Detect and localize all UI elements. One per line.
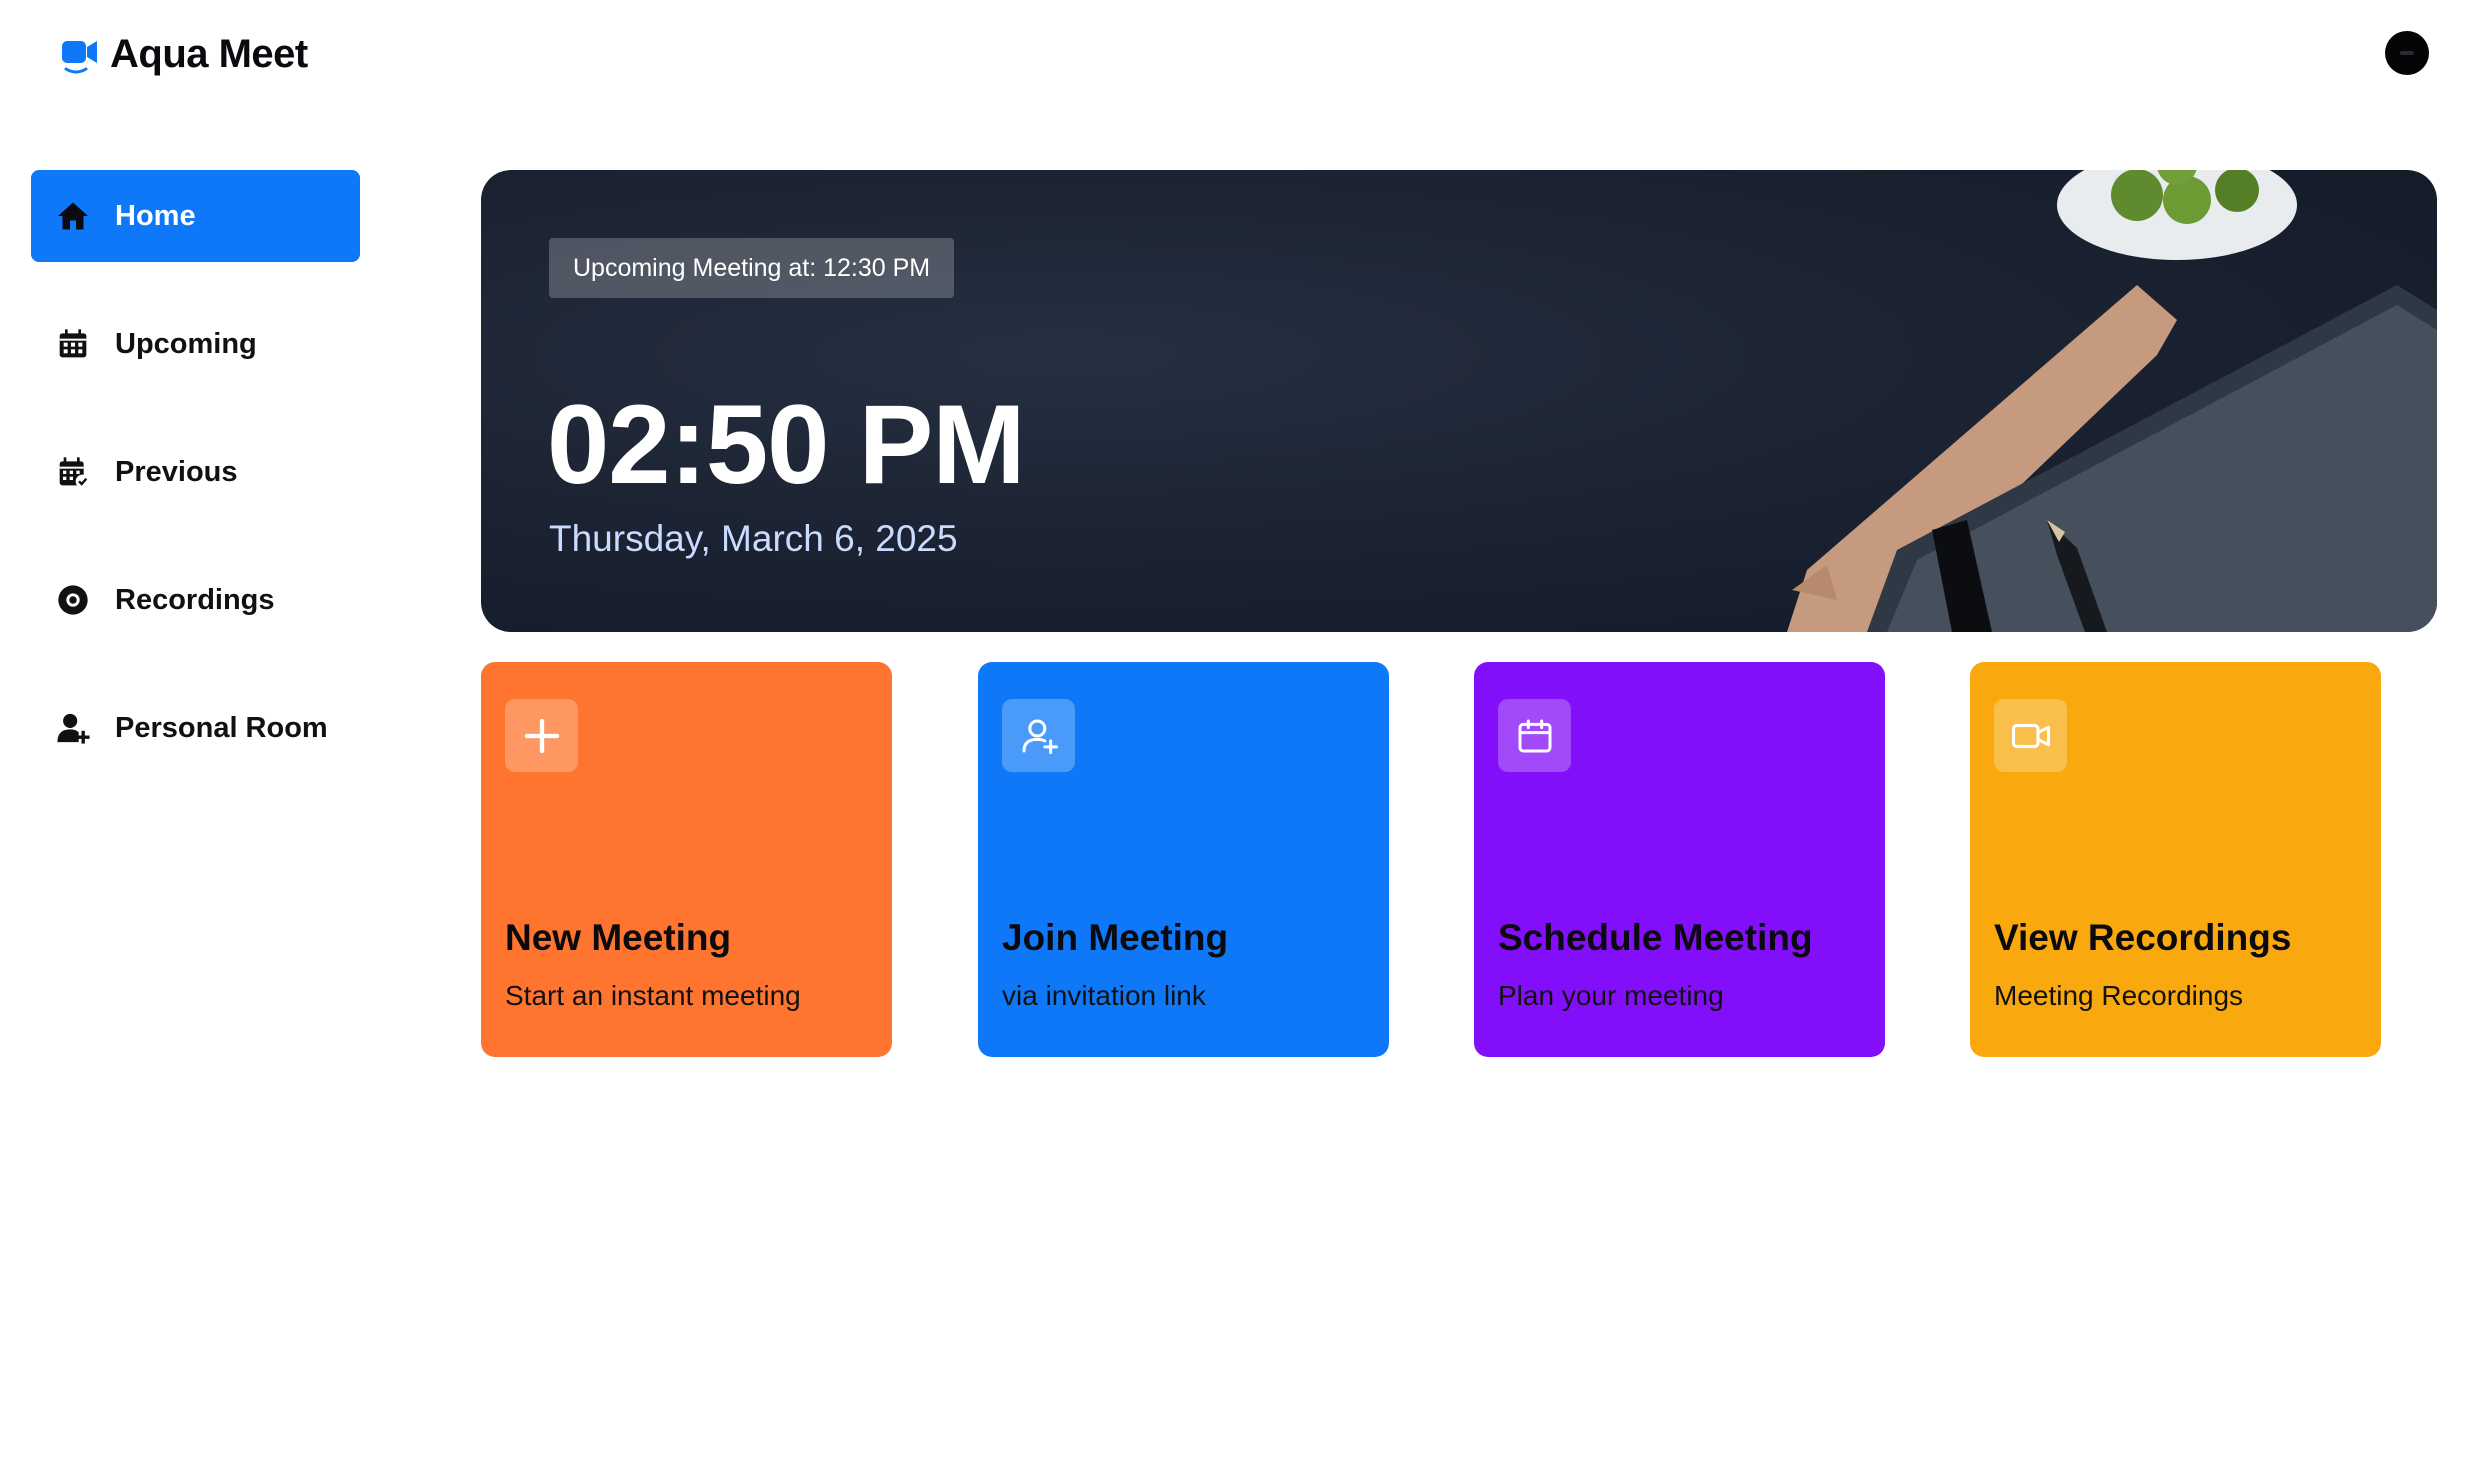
current-date: Thursday, March 6, 2025 <box>549 518 958 559</box>
card-subtitle: Plan your meeting <box>1498 980 1724 1011</box>
calendar-icon <box>55 326 91 362</box>
top-bar: Aqua Meet <box>0 0 2477 110</box>
view-recordings-card[interactable]: View Recordings Meeting Recordings <box>1970 662 2381 1057</box>
sidebar-item-label: Home <box>115 199 196 232</box>
sidebar-item-label: Previous <box>115 455 238 488</box>
user-avatar[interactable] <box>2385 31 2429 75</box>
video-camera-icon <box>60 31 100 77</box>
join-meeting-card[interactable]: Join Meeting via invitation link <box>978 662 1389 1057</box>
hero-banner: Upcoming Meeting at: 12:30 PM 02:50 PM T… <box>481 170 2437 632</box>
plant-leaf <box>2111 170 2163 221</box>
sidebar-item-previous[interactable]: Previous <box>31 426 360 518</box>
calendar-check-icon <box>55 454 91 490</box>
card-title: Schedule Meeting <box>1498 917 1813 958</box>
card-title: View Recordings <box>1994 917 2292 958</box>
brand-logo[interactable]: Aqua Meet <box>60 26 308 82</box>
video-icon <box>1994 699 2067 772</box>
sidebar-item-personal-room[interactable]: Personal Room <box>31 682 360 774</box>
record-icon <box>55 582 91 618</box>
avatar-image-icon <box>2400 51 2414 55</box>
current-time: 02:50 PM <box>547 382 1026 507</box>
upcoming-meeting-badge: Upcoming Meeting at: 12:30 PM <box>549 238 955 298</box>
card-subtitle: via invitation link <box>1002 980 1206 1011</box>
sidebar-item-home[interactable]: Home <box>31 170 360 262</box>
app-name: Aqua Meet <box>110 31 308 76</box>
plus-icon <box>505 699 578 772</box>
new-meeting-card[interactable]: New Meeting Start an instant meeting <box>481 662 892 1057</box>
user-add-icon <box>1002 699 1075 772</box>
schedule-meeting-card[interactable]: Schedule Meeting Plan your meeting <box>1474 662 1885 1057</box>
sidebar-item-recordings[interactable]: Recordings <box>31 554 360 646</box>
user-plus-icon <box>55 710 91 746</box>
card-subtitle: Meeting Recordings <box>1994 980 2244 1011</box>
home-icon <box>55 198 91 234</box>
sidebar-item-label: Personal Room <box>115 711 328 744</box>
card-subtitle: Start an instant meeting <box>505 980 801 1011</box>
sidebar-item-upcoming[interactable]: Upcoming <box>31 298 360 390</box>
desk-background-illustration <box>1787 170 2437 632</box>
plant-leaf <box>2215 170 2259 212</box>
calendar-icon <box>1498 699 1571 772</box>
card-title: New Meeting <box>505 917 732 958</box>
card-title: Join Meeting <box>1002 917 1229 958</box>
sidebar-item-label: Recordings <box>115 583 275 616</box>
sidebar-item-label: Upcoming <box>115 327 257 360</box>
